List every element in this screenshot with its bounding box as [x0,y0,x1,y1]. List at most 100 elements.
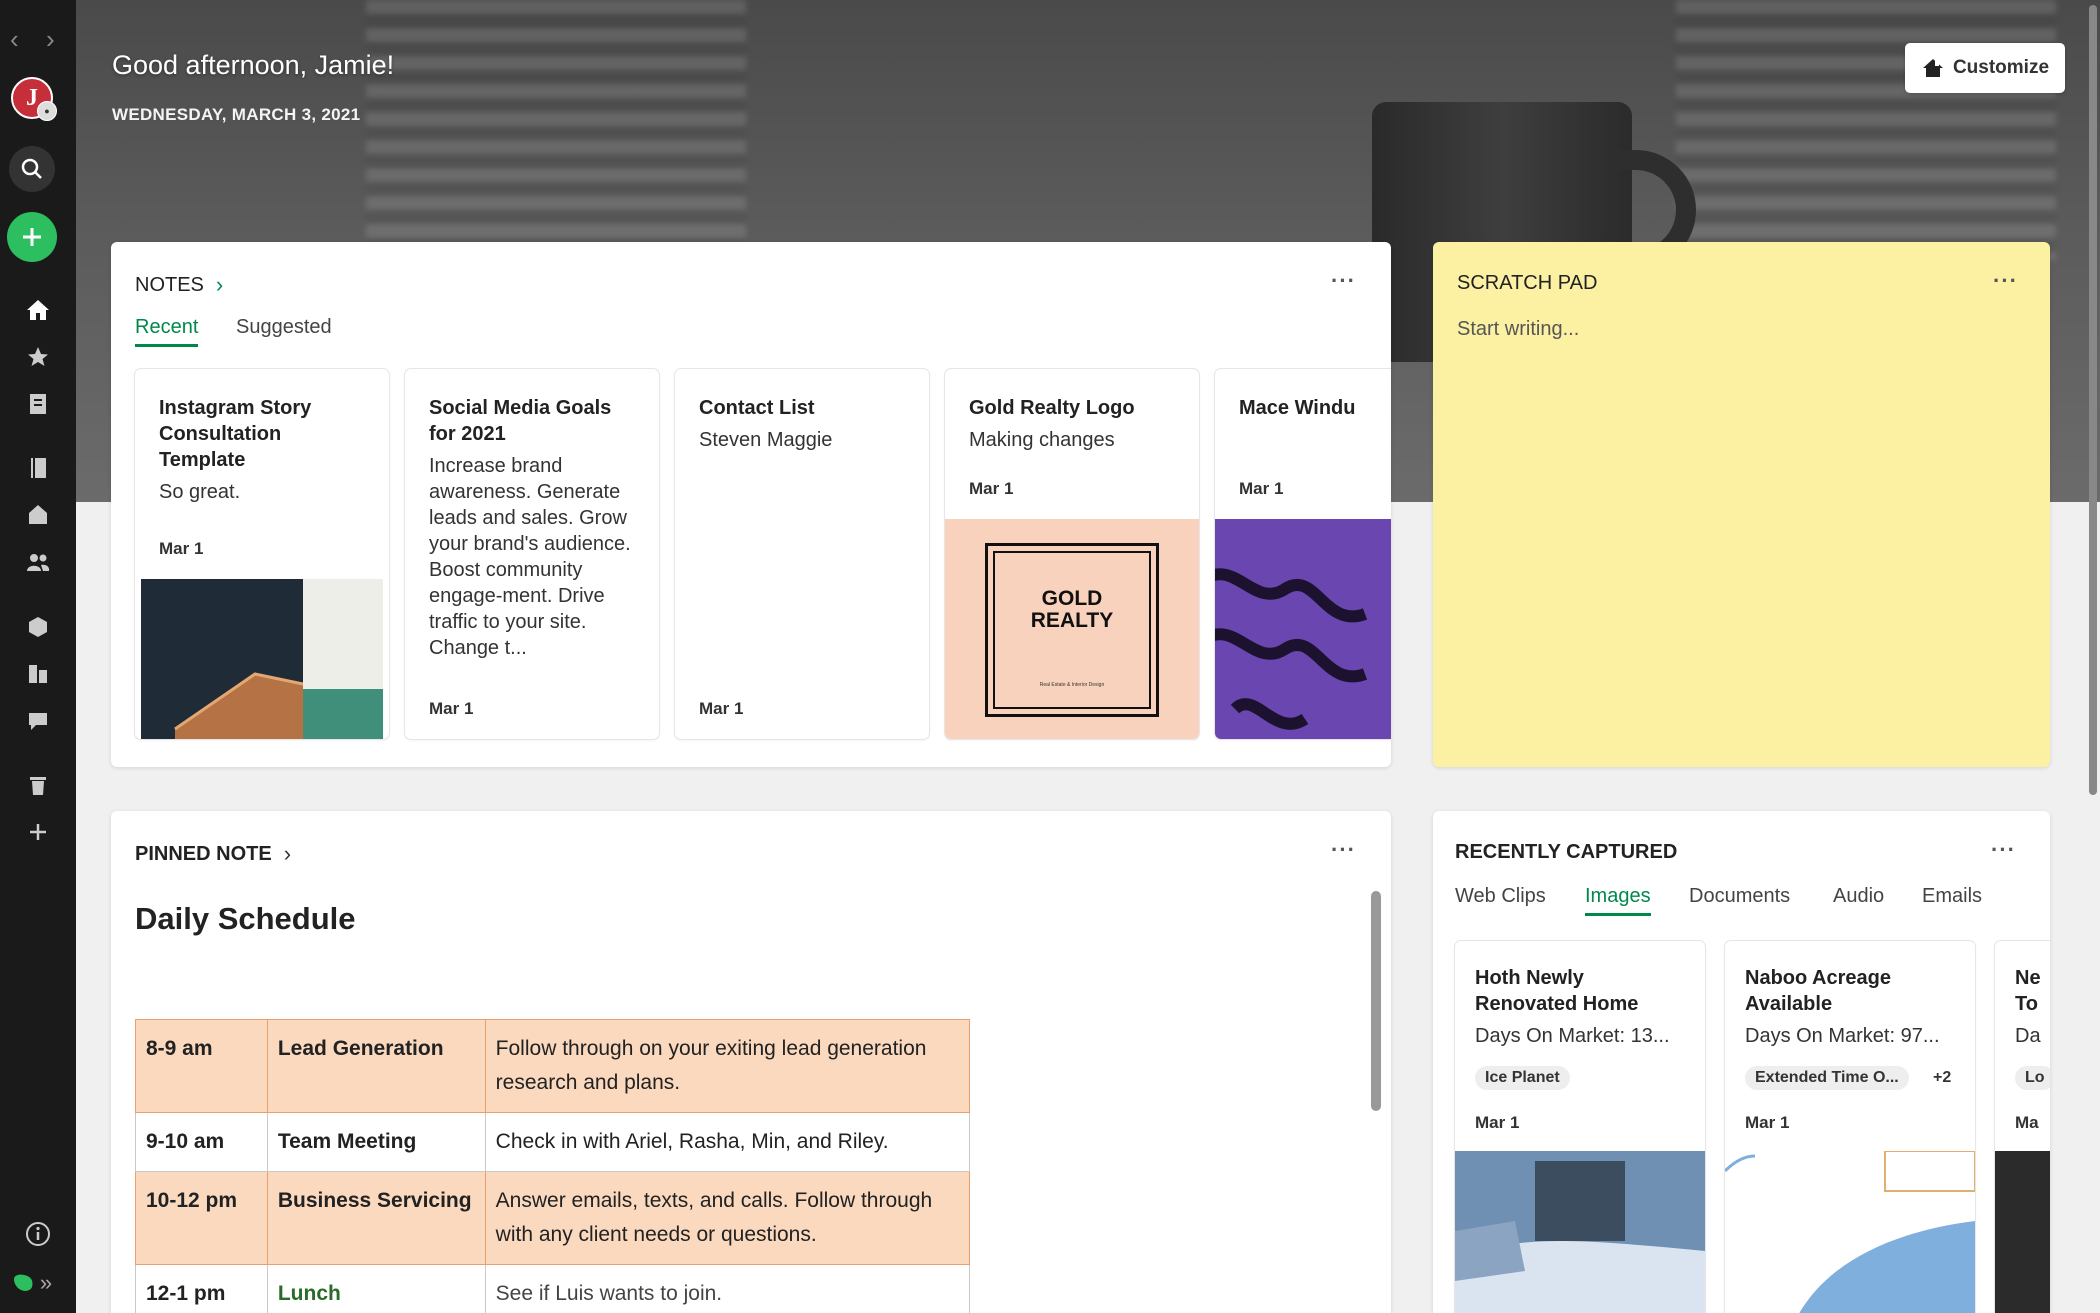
notes-title: NOTES [135,273,204,296]
search-icon [21,158,42,179]
pinned-title-link[interactable]: PINNED NOTE › [135,841,291,867]
sidebar-item-home[interactable] [0,290,76,330]
captured-card-thumbnail [1995,1151,2050,1313]
task-cell: Business Servicing [266,1171,486,1265]
tag-chip[interactable]: Lo [2015,1066,2050,1090]
pinned-scrollbar[interactable] [1371,891,1381,1111]
pinned-more-icon[interactable]: ··· [1331,837,1356,863]
note-card-title: Instagram Story Consultation Template [159,397,312,471]
captured-card[interactable]: Ne To Da Lo Ma [1995,941,2050,1313]
sidebar: ‹ › J ● » [0,0,76,1313]
captured-card-thumbnail [1725,1150,1975,1313]
note-card[interactable]: Mace Windu Mar 1 [1215,369,1391,739]
tab-emails[interactable]: Emails [1922,885,1982,913]
sidebar-item-notebooks[interactable] [0,448,76,488]
scratch-pad-widget[interactable]: SCRATCH PAD ··· Start writing... [1433,242,2050,767]
tab-recent[interactable]: Recent [135,316,199,347]
tab-documents[interactable]: Documents [1689,885,1790,913]
scratch-pad-title: SCRATCH PAD [1457,272,1598,294]
chevron-right-icon: › [215,272,224,297]
captured-more-icon[interactable]: ··· [1991,837,2016,863]
page-scrollbar-thumb[interactable] [2089,5,2097,795]
info-icon [26,1222,50,1246]
notes-more-icon[interactable]: ··· [1331,268,1356,294]
note-card-body: Increase brand awareness. Generate leads… [429,455,631,659]
avatar[interactable]: J ● [11,77,57,121]
home-icon [27,300,49,320]
tab-audio[interactable]: Audio [1833,885,1884,913]
avatar-initial: J [26,84,38,111]
search-button[interactable] [9,146,55,192]
window-blind-right [1676,0,2056,260]
info-button[interactable] [0,1214,76,1254]
note-card[interactable]: Social Media Goals for 2021 Increase bra… [405,369,659,739]
sidebar-item-shortcuts[interactable] [0,337,76,377]
tab-images[interactable]: Images [1585,885,1651,916]
customize-label: Customize [1952,57,2050,78]
notebooks-icon [31,458,46,478]
forward-arrow-icon[interactable]: › [46,24,55,54]
note-card[interactable]: Instagram Story Consultation Template So… [135,369,389,739]
tag-chip[interactable]: Ice Planet [1475,1066,1570,1090]
detail-cell: See if Luis wants to join. [484,1264,971,1313]
captured-card-date: Ma [2015,1113,2039,1132]
pinned-note-widget: PINNED NOTE › ··· Daily Schedule 8-9 am … [111,811,1391,1313]
note-card[interactable]: Gold Realty Logo Making changes Mar 1 GO… [945,369,1199,739]
pinned-title: PINNED NOTE [135,842,272,865]
sidebar-item-notes[interactable] [0,384,76,424]
notes-title-link[interactable]: NOTES › [135,272,223,298]
new-note-icon [23,228,41,246]
sidebar-item-shared[interactable] [0,542,76,582]
captured-card-title: Ne To [2015,967,2041,1015]
table-row: 9-10 am Team Meeting Check in with Ariel… [135,1112,971,1172]
note-card-title: Contact List [699,397,815,419]
captured-card-date: Mar 1 [1475,1113,1520,1132]
gold-realty-logo-image: GOLD REALTY Real Estate & Interior Desig… [945,519,1199,739]
sidebar-item-spaces[interactable] [0,495,76,535]
detail-cell: Check in with Ariel, Rasha, Min, and Ril… [484,1112,971,1172]
doc-title: Daily Schedule [135,901,356,936]
table-row: 8-9 am Lead Generation Follow through on… [135,1019,971,1113]
sidebar-item-chat[interactable] [0,701,76,741]
logo-line-1: GOLD [1041,587,1103,610]
time-cell: 12-1 pm [135,1264,268,1313]
tag-chip[interactable]: Extended Time O... [1745,1066,1909,1090]
table-row: 12-1 pm Lunch See if Luis wants to join. [135,1264,971,1313]
captured-card-title: Naboo Acreage Available [1745,967,1891,1015]
shared-icon [27,554,50,571]
tab-suggested[interactable]: Suggested [236,316,332,344]
schedule-table: 8-9 am Lead Generation Follow through on… [135,1019,971,1313]
sidebar-item-templates[interactable] [0,654,76,694]
captured-card[interactable]: Hoth Newly Renovated Home Days On Market… [1455,941,1705,1313]
scratch-pad-input[interactable]: Start writing... [1457,318,1579,341]
note-card-date: Mar 1 [699,699,744,718]
note-card-date: Mar 1 [159,539,204,558]
table-row: 10-12 pm Business Servicing Answer email… [135,1171,971,1265]
captured-card-body: Days On Market: 13... [1475,1025,1670,1047]
expand-sidebar-button[interactable]: » [26,1263,66,1303]
note-card-body: Making changes [969,429,1115,451]
history-nav: ‹ › [0,24,76,54]
customize-icon [1922,59,1943,77]
captured-card-body: Da [2015,1025,2041,1047]
scratch-pad-more-icon[interactable]: ··· [1993,268,2018,294]
note-card-date: Mar 1 [429,699,474,718]
more-tags-count[interactable]: +2 [1933,1069,1951,1087]
captured-card-title: Hoth Newly Renovated Home [1475,967,1639,1015]
back-arrow-icon[interactable]: ‹ [10,24,19,54]
spaces-icon [29,505,47,524]
sidebar-item-trash[interactable] [0,765,76,805]
new-note-button[interactable] [7,212,57,262]
captured-card[interactable]: Naboo Acreage Available Days On Market: … [1725,941,1975,1313]
tab-web-clips[interactable]: Web Clips [1455,885,1546,913]
sidebar-add-button[interactable] [0,812,76,852]
logo-line-2: REALTY [1030,609,1114,632]
task-cell: Team Meeting [266,1112,486,1172]
window-blind-left [366,0,746,260]
page-scrollbar[interactable] [2086,0,2100,1313]
sidebar-item-tags[interactable] [0,607,76,647]
note-card[interactable]: Contact List Steven Maggie Mar 1 [675,369,929,739]
account-badge-icon: ● [37,101,57,121]
customize-button[interactable]: Customize [1905,43,2065,93]
templates-icon [29,665,47,683]
